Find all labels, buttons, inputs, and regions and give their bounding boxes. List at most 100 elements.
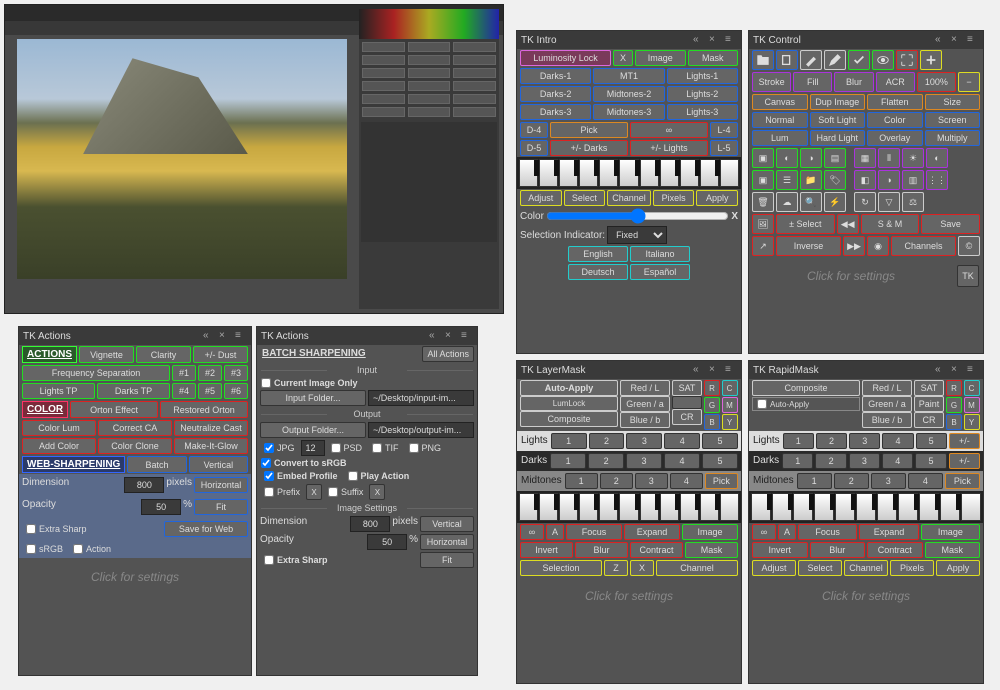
tk-logo[interactable]: TK	[957, 265, 979, 287]
g-button[interactable]: G	[704, 397, 720, 413]
focus-button[interactable]: Focus	[798, 524, 857, 540]
menu-icon[interactable]: ≡	[725, 364, 737, 376]
stroke-button[interactable]: Stroke	[752, 72, 791, 92]
darks3-button[interactable]: Darks-3	[520, 104, 591, 120]
collapse-icon[interactable]: «	[429, 330, 441, 342]
close-icon[interactable]: ×	[445, 330, 457, 342]
select-button[interactable]: ± Select	[776, 214, 835, 234]
orton-button[interactable]: Orton Effect	[70, 401, 158, 418]
folder-icon[interactable]	[752, 50, 774, 70]
minus-icon[interactable]: −	[958, 72, 980, 92]
color-slider[interactable]	[546, 208, 729, 224]
autoapply-button[interactable]: Auto-Apply	[520, 380, 618, 396]
inf-button[interactable]: ∞	[520, 524, 544, 540]
r-button[interactable]: R	[704, 380, 720, 396]
l4[interactable]: 4	[882, 433, 913, 449]
mask-button[interactable]: Mask	[925, 542, 981, 558]
redl-button[interactable]: Red / L	[620, 380, 670, 396]
d2[interactable]: 2	[588, 453, 624, 469]
d4[interactable]: 4	[882, 453, 913, 469]
sun-icon[interactable]: ☀	[902, 148, 924, 168]
contract-button[interactable]: Contract	[867, 542, 923, 558]
sat-button[interactable]: SAT	[672, 380, 702, 396]
neutralize-button[interactable]: Neutralize Cast	[174, 420, 248, 436]
piano-selector[interactable]	[517, 157, 741, 189]
focus-button[interactable]: Focus	[566, 524, 622, 540]
m4[interactable]: 4	[908, 473, 943, 489]
sel-indicator-select[interactable]: Fixed	[607, 226, 667, 244]
d3[interactable]: 3	[849, 453, 880, 469]
y-button[interactable]: Y	[722, 414, 738, 430]
m2[interactable]: 2	[834, 473, 869, 489]
lights-tp-button[interactable]: Lights TP	[22, 383, 95, 399]
suffix-x[interactable]: X	[369, 484, 385, 500]
x-button[interactable]: X	[613, 50, 633, 66]
d5-button[interactable]: D-5	[520, 140, 548, 156]
color-lum-button[interactable]: Color Lum	[22, 420, 96, 436]
piano-selector[interactable]	[749, 491, 983, 523]
dpm[interactable]: +/-	[949, 453, 980, 469]
jpg-quality[interactable]	[301, 440, 325, 456]
dup-button[interactable]: Dup Image	[810, 94, 866, 110]
deutsch-button[interactable]: Deutsch	[568, 264, 628, 280]
settings-area[interactable]: Click for settings	[749, 577, 983, 615]
triangle-icon[interactable]: ▽	[878, 192, 900, 212]
inverse-button[interactable]: Inverse	[776, 236, 841, 256]
collapse-icon[interactable]: «	[203, 330, 215, 342]
convert-srgb-checkbox[interactable]: Convert to sRGB	[257, 457, 477, 469]
output-path[interactable]	[368, 422, 474, 438]
arrow-icon[interactable]: ↗	[752, 236, 774, 256]
settings-area[interactable]: Click for settings	[749, 257, 953, 295]
size-button[interactable]: Size	[925, 94, 981, 110]
d5[interactable]: 5	[915, 453, 946, 469]
restored-orton-button[interactable]: Restored Orton	[160, 401, 248, 418]
square-icon[interactable]: ◧	[854, 170, 876, 190]
cloud-icon[interactable]: ☁	[776, 192, 798, 212]
pixels-button[interactable]: Pixels	[890, 560, 934, 576]
action3-button[interactable]: #3	[224, 365, 248, 381]
pmlights-button[interactable]: +/- Lights	[630, 140, 708, 156]
menu-icon[interactable]: ≡	[461, 330, 473, 342]
z-button[interactable]: Z	[604, 560, 628, 576]
extra-sharp-checkbox[interactable]: Extra Sharp	[22, 521, 91, 537]
normal-button[interactable]: Normal	[752, 112, 808, 128]
all-actions-button[interactable]: All Actions	[422, 346, 474, 362]
opacity-input[interactable]	[367, 534, 407, 550]
copyright-icon[interactable]: ©	[958, 236, 980, 256]
composite-button[interactable]: Composite	[752, 380, 860, 396]
lpm[interactable]: +/-	[949, 433, 980, 449]
check-icon[interactable]	[848, 50, 870, 70]
y-button[interactable]: Y	[964, 414, 980, 430]
close-icon[interactable]: ×	[709, 364, 721, 376]
autoapply-checkbox[interactable]: Auto-Apply	[752, 397, 860, 411]
zoom-icon[interactable]: 🔍	[800, 192, 822, 212]
vignette-button[interactable]: Vignette	[79, 346, 134, 363]
embed-checkbox[interactable]: Embed Profile	[260, 470, 342, 482]
collapse-icon[interactable]: «	[935, 364, 947, 376]
greena-button[interactable]: Green / a	[862, 396, 912, 412]
l1[interactable]: 1	[551, 433, 587, 449]
opacity-input[interactable]	[141, 499, 181, 515]
a-button[interactable]: A	[546, 524, 564, 540]
dimension-input[interactable]	[124, 477, 164, 493]
channels-button[interactable]: Channels	[891, 236, 956, 256]
invert-button[interactable]: Invert	[520, 542, 573, 558]
pmdarks-button[interactable]: +/- Darks	[550, 140, 628, 156]
action6-button[interactable]: #6	[224, 383, 248, 399]
hardlight-button[interactable]: Hard Light	[810, 130, 866, 146]
dimension-input[interactable]	[350, 516, 390, 532]
redl-button[interactable]: Red / L	[862, 380, 912, 396]
reset-x[interactable]: X	[731, 211, 738, 222]
mask-button[interactable]: Mask	[688, 50, 739, 66]
collapse-icon[interactable]: «	[935, 34, 947, 46]
expand-icon[interactable]	[896, 50, 918, 70]
png-checkbox[interactable]: PNG	[405, 440, 446, 456]
channel-button[interactable]: Channel	[656, 560, 738, 576]
folder-icon[interactable]: 📁	[800, 170, 822, 190]
output-folder-button[interactable]: Output Folder...	[260, 422, 366, 438]
rec-icon[interactable]: ◉	[867, 236, 889, 256]
circle-icon[interactable]: ◑	[878, 170, 900, 190]
l1[interactable]: 1	[783, 433, 814, 449]
apply-button[interactable]: Apply	[696, 190, 738, 206]
rotate-icon[interactable]: ↻	[854, 192, 876, 212]
